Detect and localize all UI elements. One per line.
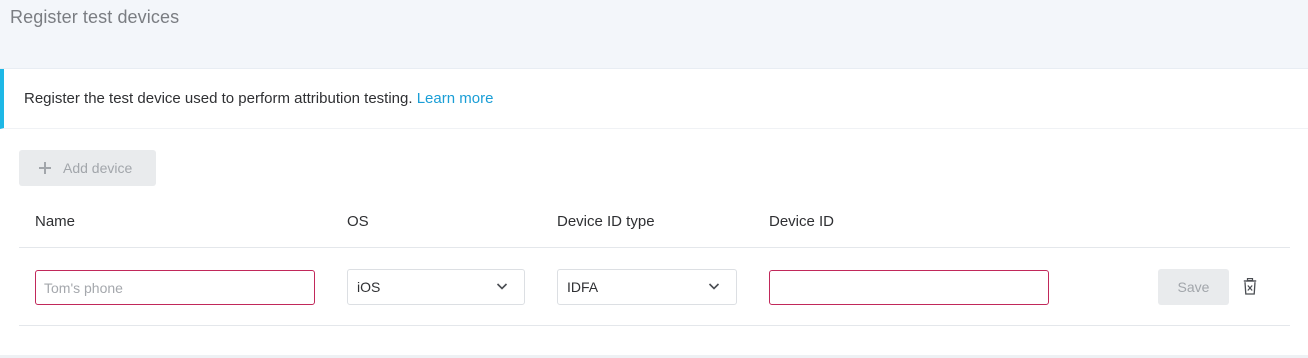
save-button[interactable]: Save bbox=[1158, 269, 1229, 305]
os-select[interactable]: iOS bbox=[347, 269, 525, 305]
page-header: Register test devices bbox=[0, 0, 1308, 69]
page-title: Register test devices bbox=[10, 7, 180, 27]
add-device-label: Add device bbox=[63, 160, 133, 176]
os-select-value: iOS bbox=[357, 279, 381, 295]
table-header: Name OS Device ID type Device ID bbox=[19, 200, 1290, 248]
table-row: iOS IDFA Save bbox=[19, 248, 1290, 326]
device-id-type-select[interactable]: IDFA bbox=[557, 269, 737, 305]
chevron-down-icon bbox=[708, 283, 720, 290]
add-device-button[interactable]: Add device bbox=[19, 150, 156, 186]
device-id-input[interactable] bbox=[769, 270, 1049, 305]
plus-icon bbox=[39, 162, 51, 174]
column-header-os: OS bbox=[347, 213, 369, 230]
trash-icon[interactable] bbox=[1243, 278, 1257, 295]
learn-more-link[interactable]: Learn more bbox=[417, 90, 494, 107]
chevron-down-icon bbox=[496, 283, 508, 290]
info-banner: Register the test device used to perform… bbox=[0, 69, 1308, 129]
info-text-line: Register the test device used to perform… bbox=[24, 90, 493, 107]
device-id-type-select-value: IDFA bbox=[567, 279, 599, 295]
column-header-device-id-type: Device ID type bbox=[557, 213, 655, 230]
register-test-devices-page: Register test devices Register the test … bbox=[0, 0, 1308, 358]
device-name-input[interactable] bbox=[35, 270, 315, 305]
info-text: Register the test device used to perform… bbox=[24, 90, 413, 107]
column-header-name: Name bbox=[35, 213, 76, 230]
column-header-device-id: Device ID bbox=[769, 213, 835, 230]
devices-table: Name OS Device ID type Device ID iOS IDF… bbox=[19, 200, 1290, 326]
